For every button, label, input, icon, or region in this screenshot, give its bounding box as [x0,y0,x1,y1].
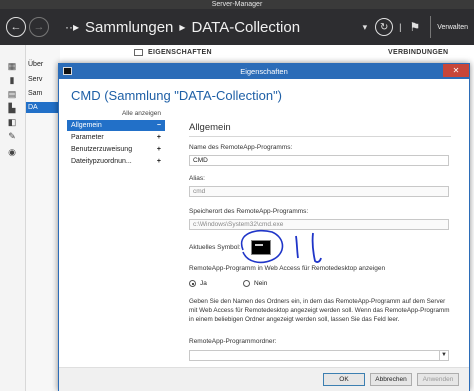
tally-mark-2 [311,232,322,263]
handdrawn-annotation [240,229,322,264]
tally-mark-1 [295,235,299,259]
circle-annotation-mark [240,229,284,264]
